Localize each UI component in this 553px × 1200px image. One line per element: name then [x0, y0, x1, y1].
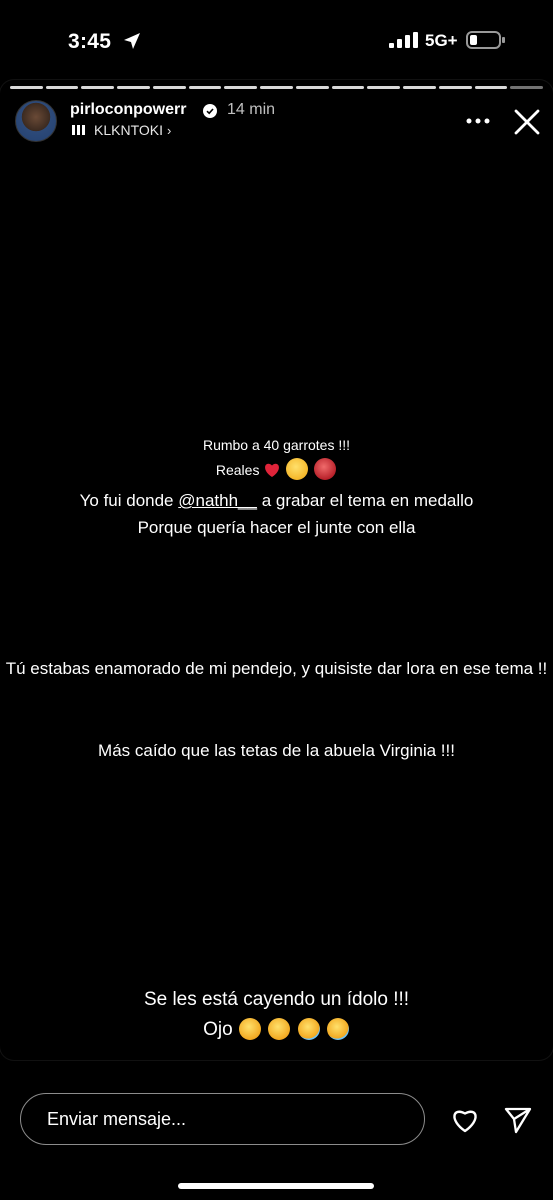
face-peeking-icon [239, 1018, 261, 1040]
progress-segment [81, 86, 115, 89]
progress-segment [438, 86, 472, 89]
story-text-line: Porque quería hacer el junte con ella [137, 518, 416, 537]
face-peeking-icon [268, 1018, 291, 1040]
close-icon[interactable] [513, 108, 541, 136]
network-type: 5G+ [425, 31, 458, 50]
story-username[interactable]: pirloconpowerr [70, 101, 186, 119]
story-time-ago: 14 min [227, 101, 276, 118]
message-placeholder: Enviar mensaje... [47, 1109, 187, 1129]
signal-icon [389, 32, 418, 48]
like-heart-icon[interactable] [450, 1106, 480, 1134]
red-heart-icon [265, 463, 280, 477]
mention-link[interactable]: @nathh__ [178, 491, 257, 510]
story-text-line: Rumbo a 40 garrotes !!! [202, 437, 351, 453]
battery-icon [466, 31, 505, 49]
tears-of-joy-icon [297, 1018, 320, 1040]
story-text-line-ojo: Ojo [0, 1018, 553, 1042]
status-bar: 3:45 5G+ [0, 0, 553, 78]
home-indicator[interactable] [178, 1183, 374, 1189]
status-time: 3:45 [68, 30, 112, 53]
progress-segment [117, 86, 150, 89]
story-text-line: Yo fui donde @nathh__ a grabar el tema e… [79, 491, 474, 510]
progress-segment [510, 86, 544, 89]
progress-segment [331, 86, 365, 89]
progress-segment [224, 86, 258, 89]
story-text-line-reales: Reales [0, 458, 553, 480]
music-bars-icon [72, 125, 85, 135]
verified-badge-icon [203, 104, 217, 118]
avatar[interactable] [15, 100, 57, 142]
progress-segment [367, 86, 401, 89]
story-text-line: Se les está cayendo un ídolo !!! [143, 989, 410, 1010]
progress-segment [10, 86, 43, 89]
story-text-line: Más caído que las tetas de la abuela Vir… [98, 741, 455, 760]
tears-of-joy-icon [326, 1018, 349, 1040]
angry-devil-icon [314, 458, 337, 480]
reales-label: Reales [215, 462, 260, 478]
progress-segment [188, 86, 222, 89]
smiling-face-with-hearts-icon [286, 458, 309, 480]
progress-segment [45, 86, 79, 89]
music-title: KLKNTOKI [94, 122, 163, 138]
progress-segment [295, 86, 329, 89]
story-view[interactable]: pirloconpowerr 14 min KLKNTOKI › Rumbo a … [0, 80, 553, 1060]
progress-segment [474, 86, 508, 89]
story-music-link[interactable]: KLKNTOKI › [94, 122, 171, 138]
message-input[interactable]: Enviar mensaje... [20, 1093, 425, 1145]
progress-segment [260, 86, 293, 89]
progress-segment [403, 86, 436, 89]
story-progress-bar [10, 86, 544, 89]
progress-segment [152, 86, 186, 89]
send-icon[interactable] [503, 1105, 533, 1135]
location-arrow-icon [124, 33, 140, 49]
more-options-icon[interactable] [466, 118, 490, 124]
story-text-line: Tú estabas enamorado de mi pendejo, y qu… [5, 659, 548, 678]
ojo-label: Ojo [203, 1019, 233, 1040]
chevron-right-icon: › [167, 123, 172, 138]
